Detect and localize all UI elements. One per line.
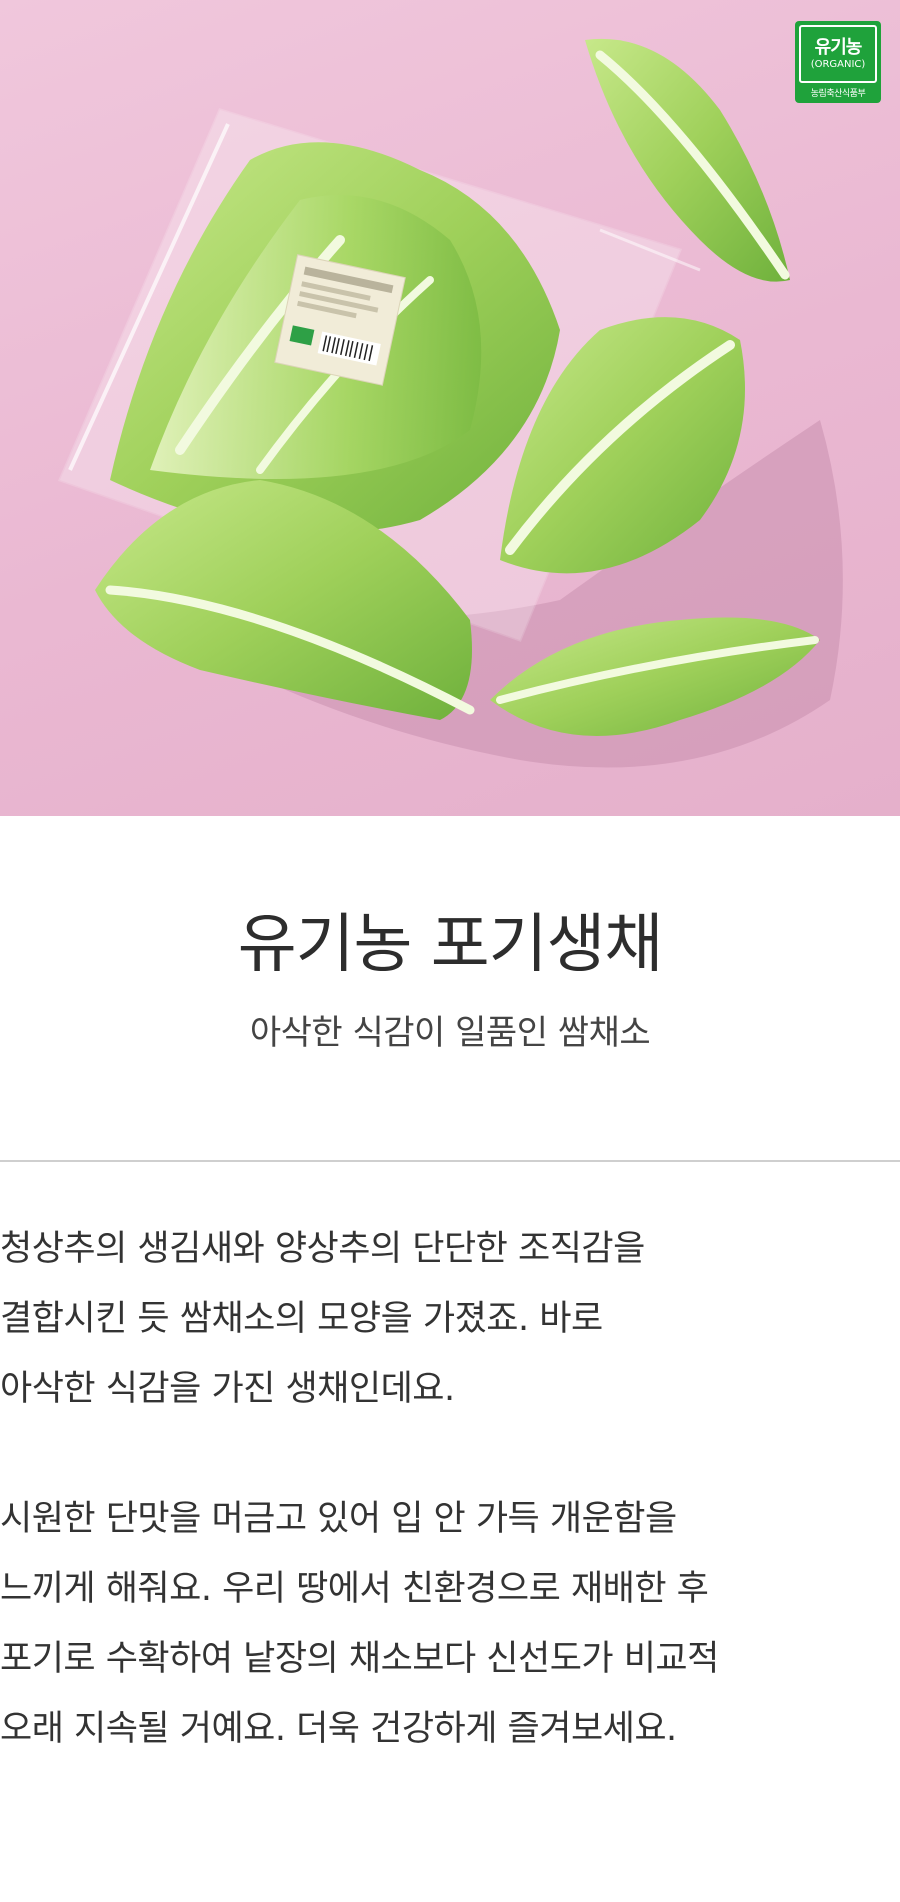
description-line: 결합시킨 듯 쌈채소의 모양을 가졌죠. 바로 bbox=[0, 1299, 603, 1339]
description-line: 오래 지속될 거예요. 더욱 건강하게 즐겨보세요. bbox=[0, 1709, 677, 1749]
organic-badge-frame: 유기농 (ORGANIC) bbox=[799, 25, 877, 83]
product-title-block: 유기농 포기생채 아삭한 식감이 일품인 쌈채소 bbox=[0, 905, 900, 1055]
organic-badge-ministry: 농림축산식품부 bbox=[810, 89, 866, 99]
organic-badge-subtitle: (ORGANIC) bbox=[810, 59, 866, 70]
description-line: 포기로 수확하여 낱장의 채소보다 신선도가 비교적 bbox=[0, 1639, 719, 1679]
description-line: 아삭한 식감을 가진 생채인데요. bbox=[0, 1369, 455, 1409]
product-subtitle: 아삭한 식감이 일품인 쌈채소 bbox=[249, 1013, 651, 1053]
description-paragraph-2: 시원한 단맛을 머금고 있어 입 안 가득 개운함을 느끼게 해줘요. 우리 땅… bbox=[0, 1484, 900, 1764]
organic-certification-badge: 유기농 (ORGANIC) 농림축산식품부 bbox=[795, 21, 881, 103]
section-divider bbox=[0, 1160, 900, 1162]
description-line: 시원한 단맛을 머금고 있어 입 안 가득 개운함을 bbox=[0, 1499, 677, 1539]
product-label bbox=[274, 254, 406, 386]
product-hero-image: 유기농 (ORGANIC) 농림축산식품부 bbox=[0, 0, 900, 816]
lettuce-illustration bbox=[57, 38, 843, 768]
organic-badge-title: 유기농 bbox=[814, 37, 863, 58]
description-line: 느끼게 해줘요. 우리 땅에서 친환경으로 재배한 후 bbox=[0, 1569, 709, 1609]
description-paragraph-1: 청상추의 생김새와 양상추의 단단한 조직감을 결합시킨 듯 쌈채소의 모양을 … bbox=[0, 1214, 900, 1424]
product-title: 유기농 포기생채 bbox=[237, 908, 664, 982]
description-line: 청상추의 생김새와 양상추의 단단한 조직감을 bbox=[0, 1229, 645, 1269]
